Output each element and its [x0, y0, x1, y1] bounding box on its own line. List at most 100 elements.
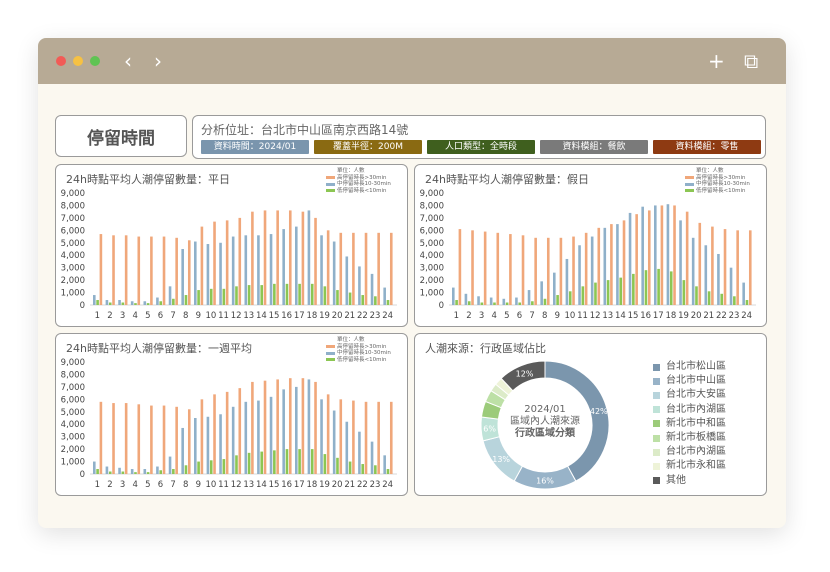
bar-high-stay: [124, 235, 128, 305]
bar-mid-stay: [307, 210, 311, 305]
x-tick-label: 22: [716, 311, 727, 321]
bar-mid-stay: [370, 273, 374, 305]
y-tick-label: 2,000: [61, 276, 85, 286]
bar-low-stay: [336, 290, 339, 305]
bar-low-stay: [197, 290, 200, 305]
bar-high-stay: [635, 214, 638, 305]
bar-mid-stay: [295, 386, 298, 474]
donut-legend-item: 台北市中山區: [653, 374, 726, 388]
legend-swatch: [653, 363, 660, 371]
y-tick-label: 0: [439, 301, 444, 311]
week-average-chart-panel: 0 1,000 2,000 3,000 4,000 5,000 6,000 7,000 8,00…: [55, 333, 408, 496]
x-tick-label: 21: [344, 480, 355, 490]
legend-label: 新北市板橋區: [666, 432, 726, 444]
donut-legend-item: 台北市內湖區: [653, 445, 726, 459]
holiday-chart-title: 24h時點平均人潮停留數量：假日: [425, 173, 589, 186]
zoom-window-button[interactable]: [90, 56, 100, 66]
bar-mid-stay: [118, 467, 121, 474]
bar-high-stay: [225, 220, 229, 305]
bar-mid-stay: [603, 227, 607, 305]
forward-arrow-icon[interactable]: ›: [154, 50, 162, 72]
back-arrow-icon[interactable]: ‹: [124, 50, 132, 72]
bar-mid-stay: [383, 455, 386, 474]
y-tick-label: 6,000: [61, 226, 85, 236]
bar-mid-stay: [307, 379, 311, 474]
x-tick-label: 2: [466, 311, 471, 321]
bar-mid-stay: [489, 297, 493, 305]
donut-center-category: 行政區域分類: [515, 428, 575, 439]
bar-mid-stay: [282, 389, 285, 474]
bar-mid-stay: [93, 295, 96, 305]
bar-high-stay: [200, 226, 204, 305]
bar-high-stay: [187, 240, 191, 305]
analysis-address: 分析位址：台北市中山區南京西路14號: [201, 123, 409, 137]
bar-mid-stay: [553, 272, 556, 305]
bar-low-stay: [146, 472, 150, 474]
bar-mid-stay: [181, 427, 184, 474]
legend-swatch: [653, 377, 660, 385]
x-tick-label: 10: [206, 311, 217, 321]
bar-mid-stay: [628, 212, 632, 305]
y-tick-label: 9,000: [61, 189, 85, 199]
x-tick-label: 9: [196, 311, 201, 321]
donut-legend-item: 其他: [653, 474, 726, 488]
bar-low-stay: [657, 268, 660, 305]
y-tick-label: 0: [80, 301, 85, 311]
bar-high-stay: [238, 217, 242, 305]
bar-low-stay: [386, 300, 390, 305]
x-tick-label: 16: [640, 311, 651, 321]
x-tick-label: 21: [344, 311, 355, 321]
bar-high-stay: [597, 227, 601, 305]
holiday-chart-panel: 0 1,000 2,000 3,000 4,000 5,000 6,000 7,000 8,00…: [414, 164, 767, 327]
x-tick-label: 12: [231, 480, 242, 490]
legend-swatch: [326, 345, 335, 349]
week-average-chart-legend: 單位：人數 高停留時長>30min 中停留時長10-30min 低停留時長<10min: [326, 337, 391, 363]
x-tick-label: 5: [504, 311, 509, 321]
bar-high-stay: [175, 237, 178, 305]
bar-high-stay: [263, 380, 267, 474]
minimize-window-button[interactable]: [73, 56, 83, 66]
x-tick-label: 11: [218, 311, 229, 321]
x-tick-label: 22: [357, 311, 368, 321]
bar-mid-stay: [282, 229, 285, 305]
bar-low-stay: [222, 288, 226, 305]
bar-high-stay: [521, 235, 525, 305]
x-tick-label: 20: [691, 311, 702, 321]
legend-swatch: [653, 448, 660, 456]
bar-low-stay: [455, 300, 458, 305]
x-tick-label: 15: [269, 311, 280, 321]
bar-mid-stay: [704, 245, 708, 305]
bar-mid-stay: [345, 421, 349, 474]
bar-mid-stay: [477, 296, 480, 305]
legend-swatch: [326, 176, 335, 180]
weekday-chart-panel: 0 1,000 2,000 3,000 4,000 5,000 6,000 7,000 8,00…: [55, 164, 408, 327]
x-tick-label: 24: [382, 480, 393, 490]
holiday-legend-item: 低停留時長<10min: [685, 188, 750, 195]
bar-mid-stay: [320, 235, 323, 305]
bar-high-stay: [301, 211, 305, 305]
legend-label: 台北市中山區: [666, 375, 726, 387]
x-tick-label: 8: [542, 311, 547, 321]
bar-mid-stay: [616, 224, 619, 305]
y-tick-label: 1,000: [61, 289, 85, 299]
bar-mid-stay: [345, 256, 349, 305]
x-tick-label: 10: [565, 311, 576, 321]
x-tick-label: 16: [281, 311, 292, 321]
new-tab-icon[interactable]: +: [708, 50, 725, 72]
bar-high-stay: [137, 404, 141, 474]
bar-mid-stay: [105, 466, 109, 474]
x-tick-label: 20: [332, 480, 343, 490]
close-window-button[interactable]: [56, 56, 66, 66]
bar-low-stay: [134, 472, 137, 474]
tabs-overview-icon[interactable]: ⧉: [744, 50, 758, 72]
x-tick-label: 17: [294, 311, 305, 321]
bar-low-stay: [159, 470, 163, 474]
bar-mid-stay: [206, 244, 210, 305]
bar-high-stay: [251, 211, 254, 305]
bar-low-stay: [184, 295, 188, 305]
bar-low-stay: [146, 303, 150, 305]
y-tick-label: 2,000: [420, 276, 444, 286]
bar-low-stay: [374, 296, 377, 305]
bar-high-stay: [377, 401, 380, 474]
donut-legend: 台北市松山區 台北市中山區 台北市大安區 台北市內湖區 新北市中和區 新北市板橋區 台北市內…: [653, 360, 726, 488]
